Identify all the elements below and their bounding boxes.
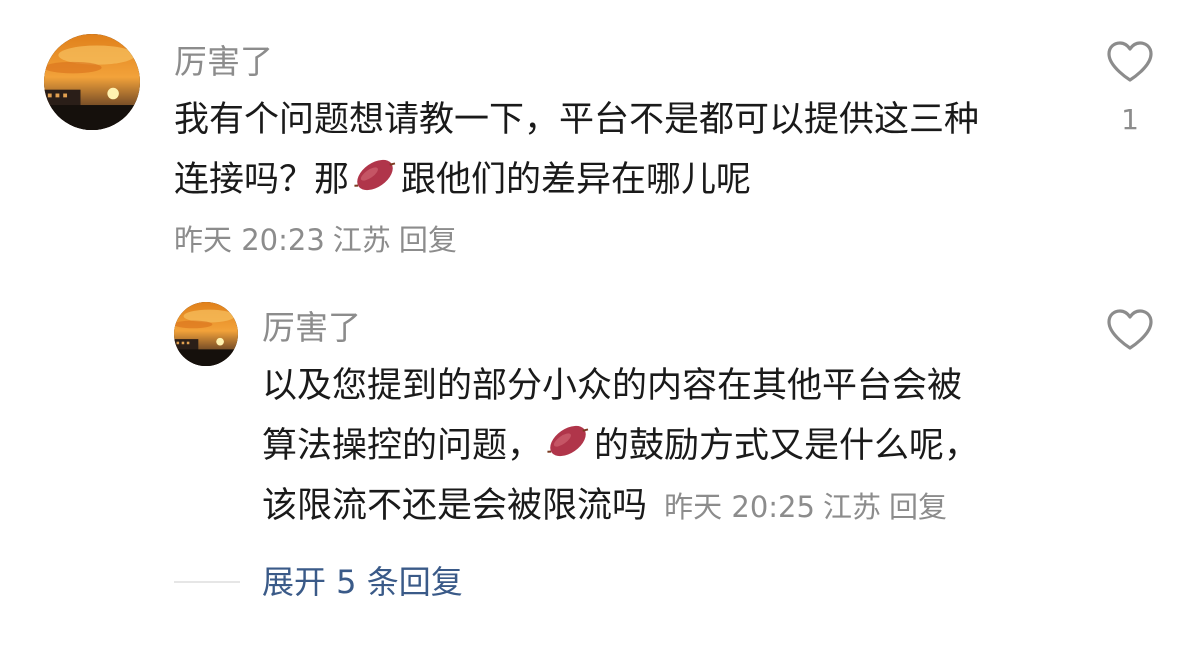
expand-replies-button[interactable]: 展开 5 条回复 <box>262 562 463 602</box>
sunset-avatar-image <box>44 34 140 130</box>
like-button[interactable] <box>1104 40 1156 84</box>
like-count: 1 <box>1121 103 1139 136</box>
sunset-avatar-image <box>174 302 238 366</box>
heart-outline-icon <box>1107 41 1153 82</box>
comment-username[interactable]: 厉害了 <box>174 42 273 82</box>
sweet-potato-emoji <box>544 417 592 465</box>
reply-username[interactable]: 厉害了 <box>262 308 361 348</box>
reply-location: 江苏 <box>822 490 881 524</box>
reply-content-line: 以及您提到的部分小众的内容在其他平台会被 <box>262 356 979 416</box>
comment-text-segment: 连接吗？那 <box>174 160 350 200</box>
avatar[interactable] <box>174 302 238 366</box>
comment-text-segment: 跟他们的差异在哪儿呢 <box>401 160 752 200</box>
expand-replies-divider <box>174 581 240 583</box>
comment-location: 江苏 <box>332 223 391 257</box>
reply-text-segment: 该限流不还是会被限流吗 <box>262 486 648 526</box>
reply-button[interactable]: 回复 <box>399 223 457 257</box>
reply-text-segment: 的鼓励方式又是什么呢， <box>594 426 980 466</box>
reply-text-segment: 算法操控的问题， <box>262 426 543 466</box>
reply-button[interactable]: 回复 <box>889 490 947 524</box>
comment-meta: 昨天 20:23 江苏 回复 <box>174 220 465 260</box>
comment-thread: 厉害了 我有个问题想请教一下，平台不是都可以提供这三种 连接吗？那 跟他们的差异在… <box>0 0 1200 648</box>
reply-content: 以及您提到的部分小众的内容在其他平台会被 算法操控的问题， 的鼓励方式又是什么呢，… <box>262 356 979 536</box>
reply-content-line: 算法操控的问题， 的鼓励方式又是什么呢， <box>262 416 979 476</box>
reply-content-line: 该限流不还是会被限流吗 昨天 20:25 江苏 回复 <box>262 476 979 536</box>
comment-content-line: 我有个问题想请教一下，平台不是都可以提供这三种 <box>174 90 979 150</box>
reply-meta: 昨天 20:25 江苏 回复 <box>664 490 955 524</box>
comment-content-line: 连接吗？那 跟他们的差异在哪儿呢 <box>174 150 979 210</box>
like-button[interactable] <box>1104 308 1156 352</box>
comment-content: 我有个问题想请教一下，平台不是都可以提供这三种 连接吗？那 跟他们的差异在哪儿呢 <box>174 90 979 210</box>
comment-text-segment: 我有个问题想请教一下，平台不是都可以提供这三种 <box>174 100 980 140</box>
sweet-potato-emoji <box>351 151 399 199</box>
reply-text-segment: 以及您提到的部分小众的内容在其他平台会被 <box>262 366 963 406</box>
heart-outline-icon <box>1107 309 1153 350</box>
reply-time: 昨天 20:25 <box>664 490 815 524</box>
avatar[interactable] <box>44 34 140 130</box>
comment-time: 昨天 20:23 <box>174 223 325 257</box>
